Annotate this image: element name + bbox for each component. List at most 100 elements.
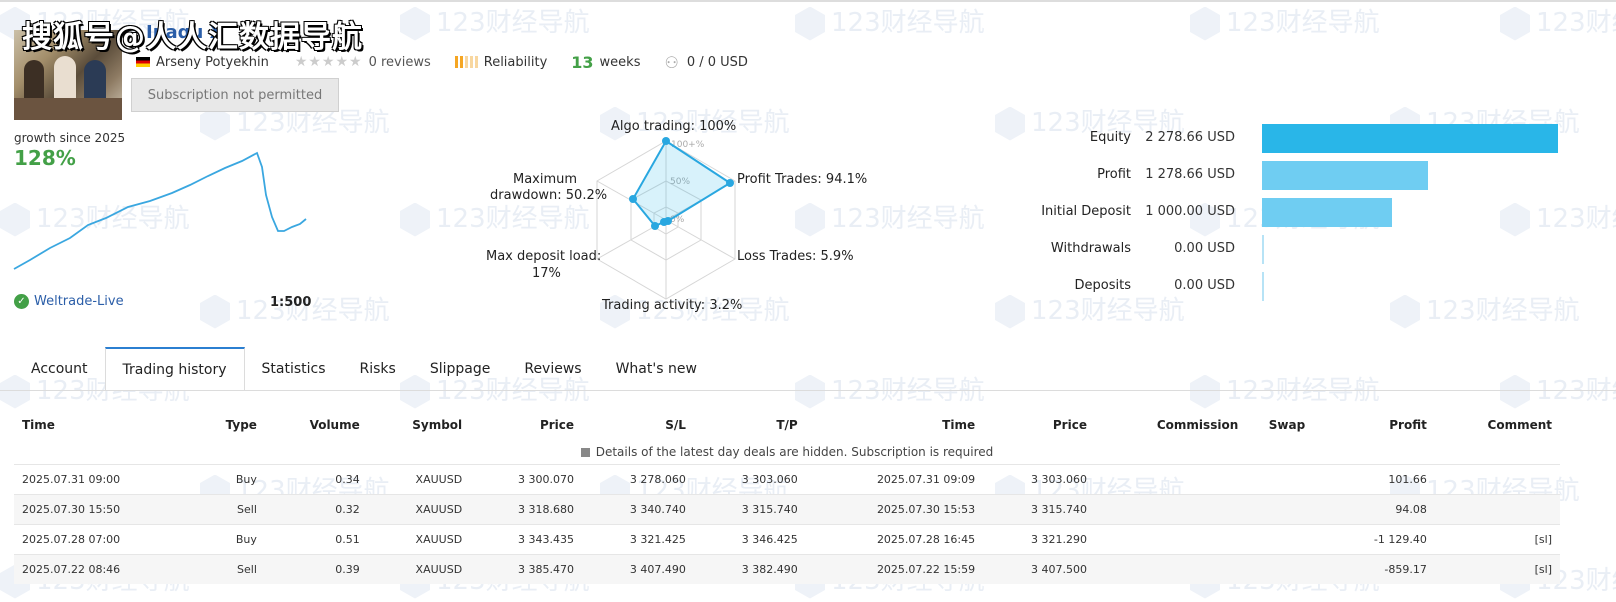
table-cell — [1094, 523, 1247, 554]
bar-label-withdrawals: Withdrawals — [1050, 241, 1131, 256]
table-cell: 3 407.490 — [582, 553, 694, 584]
column-header[interactable]: S/L — [582, 410, 694, 440]
table-cell: 3 321.290 — [983, 523, 1095, 554]
leverage-value: 1:500 — [270, 295, 312, 310]
table-cell: 101.66 — [1327, 463, 1435, 494]
bar-profit — [1262, 161, 1429, 190]
tab-risks[interactable]: Risks — [343, 347, 413, 391]
subscribers-icon: ⚇ — [664, 52, 679, 72]
bar-value-initial-deposit: 1 000.00 USD — [1145, 204, 1235, 219]
table-cell: -859.17 — [1327, 553, 1435, 584]
table-cell — [1246, 493, 1328, 524]
author-link[interactable]: Arseny Potyekhin — [156, 55, 269, 70]
growth-line — [13, 151, 307, 270]
radar-area — [631, 139, 732, 228]
radar-label-profit: Profit Trades: 94.1% — [737, 172, 868, 187]
tab-statistics[interactable]: Statistics — [245, 347, 343, 391]
table-cell: 94.08 — [1327, 493, 1435, 524]
table-cell: Buy — [191, 523, 265, 554]
table-cell: XAUUSD — [367, 493, 471, 524]
column-header[interactable]: Type — [191, 410, 265, 440]
table-cell — [1434, 463, 1560, 494]
column-header[interactable]: Swap — [1246, 410, 1327, 440]
radar-point-drawdown — [629, 195, 637, 203]
column-header[interactable]: Profit — [1328, 410, 1435, 440]
table-cell: 3 382.490 — [693, 553, 806, 584]
reliability-label: Reliability — [483, 54, 548, 70]
reviews-link[interactable]: 0 reviews — [369, 55, 431, 70]
table-cell: Sell — [191, 493, 265, 524]
table-cell — [1094, 553, 1247, 584]
column-header[interactable]: Price — [983, 410, 1095, 440]
hidden-deals-notice: Details of the latest day deals are hidd… — [595, 444, 994, 459]
germany-flag-icon — [136, 57, 150, 67]
tab-trading-history[interactable]: Trading history — [104, 347, 245, 391]
table-cell: 3 385.470 — [470, 553, 583, 584]
tab-what-s-new[interactable]: What's new — [599, 347, 714, 391]
table-row: 2025.07.30 15:50 Sell 0.32 XAUUSD 3 318.680 3… — [14, 493, 1560, 524]
watermark-1: 123财经导航 — [400, 2, 590, 41]
table-cell — [1094, 493, 1247, 524]
table-cell — [1246, 463, 1328, 494]
subscribers-value: 0 / 0 USD — [686, 54, 748, 70]
bar-label-profit: Profit — [1097, 167, 1131, 182]
growth-sparkline[interactable] — [10, 145, 310, 275]
broker-link[interactable]: ✓ Weltrade-Live — [14, 294, 124, 309]
table-cell: Sell — [191, 553, 265, 584]
bar-withdrawals — [1262, 235, 1264, 264]
table-cell: 2025.07.28 16:45 — [805, 523, 984, 554]
radar-label-algo: Algo trading: 100% — [611, 119, 737, 134]
rating-stars-icon: ★★★★★ — [294, 54, 363, 70]
reliability-bars-icon — [454, 56, 478, 68]
radar-point-algo — [662, 137, 670, 145]
watermark-4: 123财经导航 — [1500, 2, 1616, 41]
column-header[interactable]: T/P — [694, 410, 806, 440]
table-cell: 2025.07.31 09:00 — [14, 463, 192, 494]
table-cell: 2025.07.22 08:46 — [14, 553, 192, 584]
bar-value-profit: 1 278.66 USD — [1145, 167, 1235, 182]
radar-point-load — [651, 222, 659, 230]
column-header[interactable]: Symbol — [368, 410, 470, 440]
table-cell: [sl] — [1434, 553, 1560, 584]
bar-value-equity: 2 278.66 USD — [1145, 130, 1235, 145]
column-header[interactable]: Price — [470, 410, 582, 440]
watermark-3: 123财经导航 — [1190, 2, 1380, 41]
bar-initial-deposit — [1262, 198, 1392, 227]
table-cell: 2025.07.22 15:59 — [805, 553, 984, 584]
table-cell: 3 315.740 — [693, 493, 806, 524]
subscribe-button[interactable]: Subscription not permitted — [131, 78, 339, 112]
table-cell: Buy — [191, 463, 265, 494]
table-cell: 2025.07.30 15:50 — [14, 493, 192, 524]
column-header[interactable]: Time — [806, 410, 983, 440]
radar-label-drawdown-2: drawdown: 50.2% — [490, 188, 608, 203]
table-cell: 3 407.500 — [983, 553, 1095, 584]
table-cell: 2025.07.28 07:00 — [14, 523, 192, 554]
table-cell: 3 346.425 — [693, 523, 806, 554]
tab-slippage[interactable]: Slippage — [413, 347, 508, 391]
radar-chart: 100+% 50% 0% — [596, 137, 736, 300]
column-header[interactable]: Commission — [1095, 410, 1246, 440]
radar-label-activity: Trading activity: 3.2% — [602, 298, 743, 313]
column-header[interactable]: Comment — [1435, 410, 1560, 440]
growth-label: growth since 2025 — [14, 131, 126, 145]
table-cell: 3 321.425 — [582, 523, 694, 554]
tab-divider — [0, 390, 1616, 391]
broker-name[interactable]: Weltrade-Live — [34, 294, 124, 309]
table-cell: XAUUSD — [367, 463, 471, 494]
table-cell: 3 340.740 — [582, 493, 694, 524]
tab-reviews[interactable]: Reviews — [507, 347, 598, 391]
weeks-count: 13 — [571, 52, 594, 72]
radar-label-load-2: 17% — [532, 266, 561, 281]
table-cell: 3 343.435 — [470, 523, 583, 554]
tab-bar: Account Trading history Statistics Risks Sli… — [14, 347, 714, 391]
bar-deposits — [1262, 272, 1264, 301]
table-row: 2025.07.28 07:00 Buy 0.51 XAUUSD 3 343.435 3 … — [14, 523, 1560, 554]
tab-account[interactable]: Account — [14, 347, 105, 391]
bar-label-initial-deposit: Initial Deposit — [1041, 204, 1131, 219]
watermark-13: 123财经导航 — [1500, 198, 1616, 237]
column-header[interactable]: Volume — [265, 410, 368, 440]
table-cell: 3 278.060 — [582, 463, 694, 494]
table-cell — [1246, 553, 1328, 584]
column-header[interactable]: Time — [14, 410, 191, 440]
table-cell — [1094, 463, 1247, 494]
